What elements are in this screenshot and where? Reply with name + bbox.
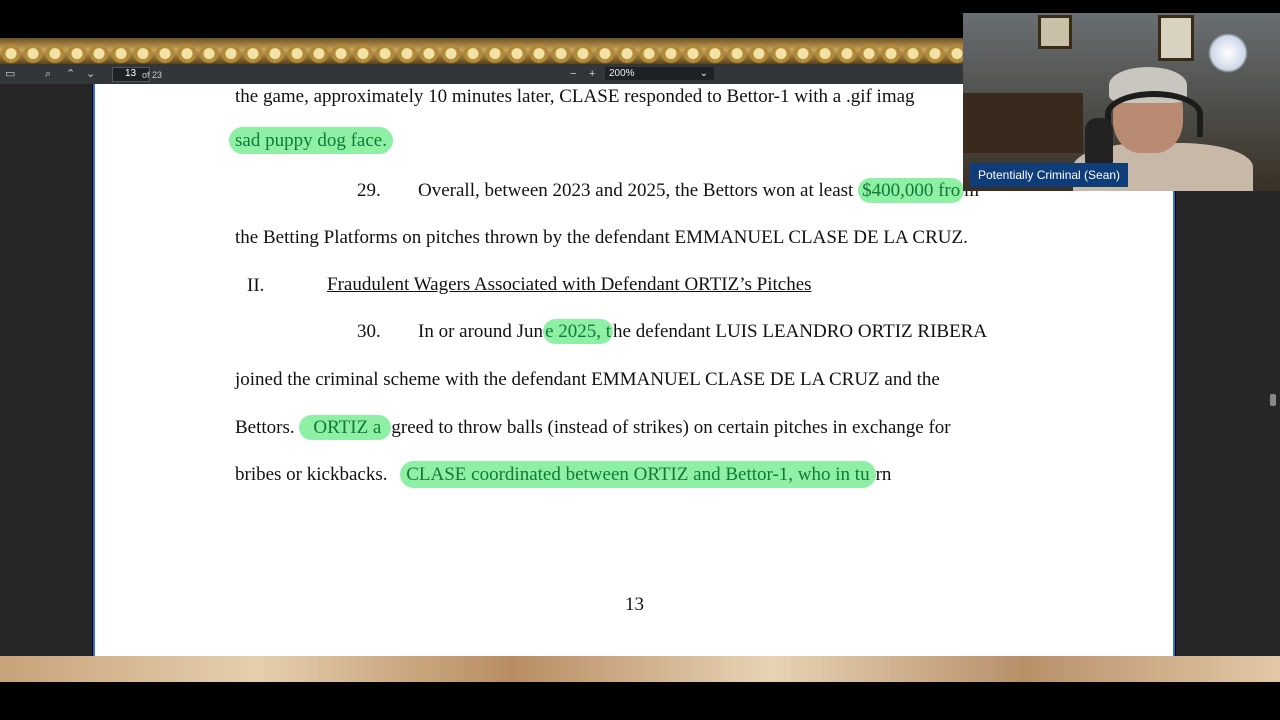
lamp bbox=[1208, 33, 1248, 73]
doc-line-1: the game, approximately 10 minutes later… bbox=[235, 86, 915, 107]
highlight-1: sad puppy dog face. bbox=[229, 127, 393, 154]
doc-line-6-post: he defendant LUIS LEANDRO ORTIZ RIBERA bbox=[613, 321, 988, 342]
zoom-in-icon[interactable]: + bbox=[589, 67, 595, 81]
page-number: 13 bbox=[625, 594, 644, 615]
doc-line-6: In or around Jun e 2025, t he defendant LU… bbox=[418, 319, 988, 344]
doc-line-3-text: Overall, between 2023 and 2025, the Bett… bbox=[418, 180, 859, 201]
previous-page-icon[interactable]: ⌃ bbox=[66, 67, 75, 81]
doc-line-8: Bettors. ORTIZ a greed to throw balls (in… bbox=[235, 415, 951, 440]
doc-line-2: sad puppy dog face. bbox=[229, 127, 393, 154]
section-number: II. bbox=[247, 275, 265, 296]
highlight-5: CLASE coordinated between ORTIZ and Bett… bbox=[400, 461, 876, 488]
doc-line-4: the Betting Platforms on pitches thrown … bbox=[235, 227, 968, 248]
left-gutter bbox=[0, 84, 92, 656]
bottom-letterbox bbox=[0, 682, 1280, 720]
page-total-label: of 23 bbox=[142, 70, 163, 80]
decorative-border-bottom bbox=[0, 656, 1280, 682]
search-icon[interactable]: ⌕ bbox=[45, 67, 51, 81]
doc-line-7: joined the criminal scheme with the defe… bbox=[235, 369, 940, 390]
headset bbox=[1105, 91, 1203, 137]
doc-line-8-post: greed to throw balls (instead of strikes… bbox=[391, 417, 951, 438]
highlight-4: ORTIZ a bbox=[299, 415, 392, 440]
bookshelf bbox=[963, 93, 1083, 153]
zoom-out-icon[interactable]: − bbox=[570, 67, 576, 81]
sidebar-toggle-icon[interactable]: ▭ bbox=[5, 67, 15, 81]
section-title: Fraudulent Wagers Associated with Defend… bbox=[327, 274, 812, 295]
doc-line-9-post: rn bbox=[875, 464, 892, 485]
chevron-down-icon: ⌄ bbox=[699, 68, 708, 79]
doc-line-6-pre: In or around Jun bbox=[418, 321, 544, 342]
next-page-icon[interactable]: ⌄ bbox=[86, 67, 95, 81]
doc-line-9-pre: bribes or kickbacks. bbox=[235, 464, 388, 485]
wall-frame bbox=[1158, 15, 1194, 61]
scroll-thumb[interactable] bbox=[1270, 394, 1276, 406]
highlight-2: $400,000 fro bbox=[858, 178, 965, 203]
wall-frame bbox=[1038, 15, 1072, 49]
zoom-select[interactable]: 200% ⌄ bbox=[605, 67, 714, 80]
webcam-caption: Potentially Criminal (Sean) bbox=[970, 163, 1129, 187]
paragraph-number-30: 30. bbox=[357, 321, 381, 342]
doc-line-3: Overall, between 2023 and 2025, the Bett… bbox=[418, 178, 979, 203]
highlight-3: e 2025, t bbox=[543, 319, 614, 344]
doc-line-9: bribes or kickbacks. CLASE coordinated b… bbox=[235, 461, 892, 488]
doc-line-8-pre: Bettors. bbox=[235, 417, 295, 438]
paragraph-number-29: 29. bbox=[357, 180, 381, 201]
zoom-value: 200% bbox=[609, 68, 635, 79]
